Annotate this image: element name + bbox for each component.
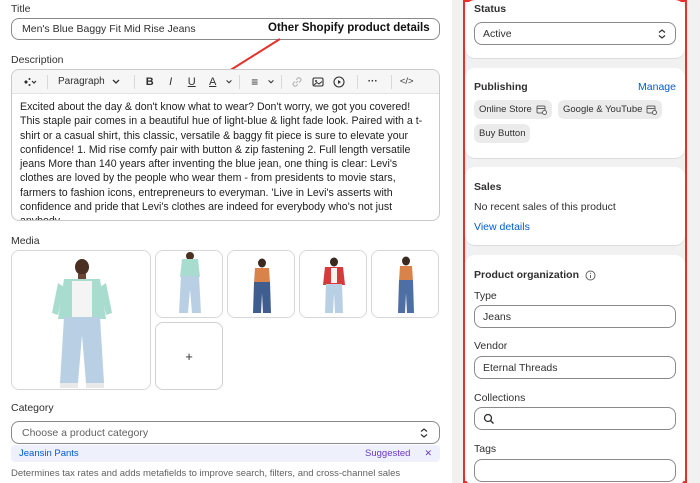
publishing-title: Publishing: [474, 81, 528, 93]
channel-buy-button[interactable]: Buy Button: [474, 124, 531, 143]
media-label: Media: [11, 235, 40, 247]
category-placeholder: Choose a product category: [22, 426, 149, 439]
tags-input[interactable]: [474, 459, 676, 482]
toolbar-divider: [133, 74, 135, 89]
italic-button[interactable]: I: [162, 73, 180, 91]
sales-card: Sales No recent sales of this product Vi…: [465, 167, 685, 245]
paragraph-dropdown[interactable]: Paragraph: [54, 73, 125, 91]
manage-link[interactable]: Manage: [638, 81, 676, 93]
more-button[interactable]: ···: [364, 73, 382, 91]
video-icon[interactable]: [330, 73, 348, 91]
channel-label: Buy Button: [479, 128, 526, 139]
status-card: Status Active: [465, 0, 685, 58]
collections-label: Collections: [474, 392, 526, 404]
organization-title: Product organization: [474, 269, 579, 281]
toolbar-divider: [356, 74, 358, 89]
select-chevron-icon: [420, 427, 428, 438]
status-value: Active: [483, 27, 512, 40]
chevron-down-icon: [225, 79, 232, 84]
model-photo: [12, 251, 150, 389]
media-image-main[interactable]: [11, 250, 151, 390]
magic-icon[interactable]: [20, 73, 38, 91]
description-editor: Paragraph B I U A ≡ ··· </> Excited abou…: [11, 69, 440, 221]
align-button[interactable]: ≡: [246, 73, 264, 91]
category-select[interactable]: Choose a product category: [11, 421, 440, 444]
title-label: Title: [11, 3, 31, 15]
search-icon: [483, 413, 494, 424]
channel-label: Online Store: [479, 104, 532, 115]
sidebar-highlight: Status Active Publishing Manage Online S…: [463, 0, 687, 483]
title-value: Men's Blue Baggy Fit Mid Rise Jeans: [22, 23, 196, 35]
tags-label: Tags: [474, 443, 497, 455]
toolbar-divider: [47, 74, 48, 89]
vendor-label: Vendor: [474, 340, 508, 352]
model-photo: [300, 251, 366, 317]
suggestion-link[interactable]: Jeans: [19, 448, 44, 459]
organization-title-row: Product organization: [474, 269, 596, 281]
chevron-down-icon: [267, 79, 274, 84]
product-details-panel: Title Men's Blue Baggy Fit Mid Rise Jean…: [0, 0, 452, 483]
organization-card: Product organization Type Jeans Vendor E…: [465, 255, 685, 483]
editor-toolbar: Paragraph B I U A ≡ ··· </>: [12, 70, 439, 94]
paragraph-label: Paragraph: [58, 76, 105, 87]
status-select[interactable]: Active: [474, 22, 676, 45]
model-photo: [156, 251, 222, 317]
media-image-5[interactable]: [371, 250, 439, 318]
model-photo: [228, 251, 294, 317]
chevron-down-icon: [112, 79, 120, 84]
publishing-card: Publishing Manage Online Store Google & …: [465, 68, 685, 158]
model-photo: [372, 251, 438, 317]
toolbar-divider: [390, 74, 392, 89]
sales-text: No recent sales of this product: [474, 201, 616, 213]
dismiss-suggestion-icon[interactable]: ✕: [424, 448, 432, 459]
media-image-2[interactable]: [155, 250, 223, 318]
channel-google-youtube[interactable]: Google & YouTube: [558, 100, 663, 119]
sales-title: Sales: [474, 181, 502, 193]
select-chevron-icon: [658, 28, 666, 39]
category-hint: Determines tax rates and adds metafields…: [11, 468, 401, 479]
type-label: Type: [474, 290, 497, 302]
calendar-icon: [646, 105, 658, 115]
text-color-button[interactable]: A: [204, 73, 222, 91]
description-label: Description: [11, 54, 64, 66]
category-suggestion[interactable]: Jeans in Pants Suggested ✕: [11, 445, 440, 462]
info-icon[interactable]: [585, 270, 596, 281]
toolbar-divider: [238, 74, 240, 89]
collections-input[interactable]: [474, 407, 676, 430]
add-media-button[interactable]: +: [155, 322, 223, 390]
plus-icon: +: [185, 348, 193, 364]
view-details-link[interactable]: View details: [474, 221, 530, 233]
channel-label: Google & YouTube: [563, 104, 643, 115]
channel-online-store[interactable]: Online Store: [474, 100, 552, 119]
link-icon[interactable]: [288, 73, 306, 91]
code-view-button[interactable]: </>: [398, 73, 416, 91]
vendor-value: Eternal Threads: [483, 361, 558, 374]
annotation-label: Other Shopify product details: [268, 22, 430, 34]
suggested-badge: Suggested: [365, 448, 411, 459]
status-title: Status: [474, 3, 507, 15]
type-value: Jeans: [483, 310, 512, 323]
underline-button[interactable]: U: [183, 73, 201, 91]
media-image-3[interactable]: [227, 250, 295, 318]
category-label: Category: [11, 402, 54, 414]
description-text[interactable]: Excited about the day & don't know what …: [12, 94, 439, 220]
media-image-4[interactable]: [299, 250, 367, 318]
toolbar-divider: [280, 74, 282, 89]
bold-button[interactable]: B: [141, 73, 159, 91]
suggestion-path: in Pants: [44, 448, 79, 459]
vendor-input[interactable]: Eternal Threads: [474, 356, 676, 379]
calendar-icon: [536, 105, 547, 115]
type-input[interactable]: Jeans: [474, 305, 676, 328]
image-icon[interactable]: [309, 73, 327, 91]
